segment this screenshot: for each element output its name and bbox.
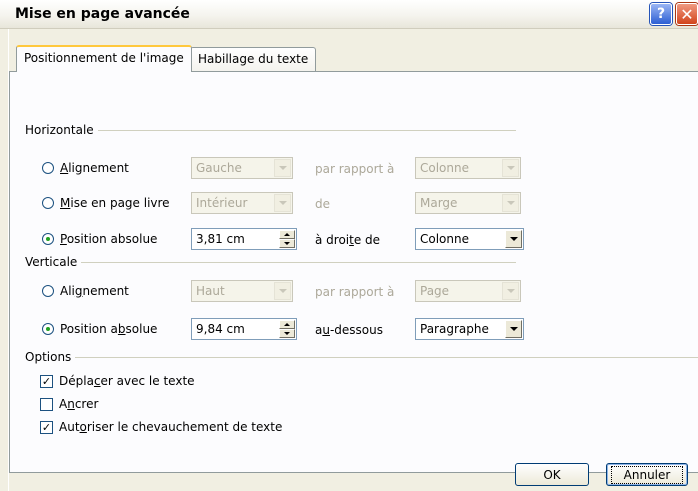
group-separator <box>86 130 516 131</box>
checkbox-label: Déplacer avec le texte <box>59 374 195 388</box>
chevron-down-icon[interactable] <box>274 194 291 212</box>
chevron-down-icon[interactable] <box>505 320 522 338</box>
chevron-down-icon[interactable] <box>274 282 291 300</box>
chevron-down-icon[interactable] <box>505 230 522 248</box>
alignement-h-target-select[interactable]: Colonne <box>415 157 521 179</box>
arrow-down-icon <box>284 332 290 335</box>
group-heading-verticale: Verticale <box>25 255 82 269</box>
checkbox-label: Autoriser le chevauchement de texte <box>59 420 283 434</box>
position-h-spinner[interactable]: 3,81 cm <box>191 228 297 250</box>
radio-alignement-h[interactable]: Alignement <box>42 161 129 175</box>
alignement-h-select[interactable]: Gauche <box>191 157 293 179</box>
spin-up-button[interactable] <box>279 230 295 239</box>
question-mark-icon: ? <box>656 6 666 22</box>
spin-down-button[interactable] <box>279 239 295 248</box>
group-heading-options: Options <box>25 350 76 364</box>
position-h-target-select[interactable]: Colonne <box>415 228 524 250</box>
checkbox[interactable]: ✓ <box>40 420 53 434</box>
checkbox-ancrer[interactable]: Ancrer <box>40 397 98 411</box>
tab-panel: Horizontale Alignement Gauche par rappor… <box>9 71 698 473</box>
tab-label: Positionnement de l'image <box>24 51 184 65</box>
chevron-down-icon[interactable] <box>502 282 519 300</box>
radio-label: Position absolue <box>60 322 158 336</box>
select-value: Intérieur <box>196 196 248 210</box>
cancel-label: Annuler <box>610 465 684 484</box>
arrow-up-icon <box>284 323 290 326</box>
position-v-spinner[interactable]: 9,84 cm <box>191 318 297 340</box>
radio-button[interactable] <box>42 197 54 209</box>
radio-position-absolue-v[interactable]: Position absolue <box>42 322 157 336</box>
checkbox[interactable]: ✓ <box>40 374 53 388</box>
chevron-down-icon[interactable] <box>274 159 291 177</box>
group-separator <box>76 262 516 263</box>
group-separator <box>72 357 698 358</box>
ok-label: OK <box>543 467 561 482</box>
checkbox-deplacer-avec-texte[interactable]: ✓ Déplacer avec le texte <box>40 374 195 388</box>
close-button[interactable]: ✕ <box>676 3 698 25</box>
select-value: Colonne <box>420 232 469 246</box>
select-value: Colonne <box>420 161 469 175</box>
chevron-down-icon[interactable] <box>502 194 519 212</box>
tab-positionnement[interactable]: Positionnement de l'image <box>16 45 192 72</box>
spin-down-button[interactable] <box>279 329 295 338</box>
position-v-target-select[interactable]: Paragraphe <box>415 318 524 340</box>
radio-mise-en-page-livre[interactable]: Mise en page livre <box>42 196 170 210</box>
window-title: Mise en page avancée <box>15 6 190 22</box>
spin-up-button[interactable] <box>279 320 295 329</box>
radio-label: Alignement <box>60 284 129 298</box>
radio-button[interactable] <box>42 323 54 335</box>
arrow-up-icon <box>284 233 290 236</box>
radio-button[interactable] <box>42 233 54 245</box>
mise-en-page-livre-select[interactable]: Intérieur <box>191 192 293 214</box>
checkbox-autoriser-chevauchement[interactable]: ✓ Autoriser le chevauchement de texte <box>40 420 282 434</box>
radio-button[interactable] <box>42 285 54 297</box>
arrow-down-icon <box>284 242 290 245</box>
help-button[interactable]: ? <box>650 3 672 25</box>
select-value: Marge <box>420 196 458 210</box>
radio-button[interactable] <box>42 162 54 174</box>
dialog-content: Positionnement de l'image Habillage du t… <box>9 29 698 491</box>
dialog-frame <box>0 29 9 491</box>
select-value: Paragraphe <box>420 322 489 336</box>
relation-label: au-dessous <box>315 323 384 337</box>
title-bar: Mise en page avancée ? ✕ <box>0 0 698 29</box>
spinner-value[interactable]: 9,84 cm <box>196 319 245 339</box>
relation-label: par rapport à <box>315 285 395 299</box>
group-heading-horizontale: Horizontale <box>25 123 98 137</box>
close-icon: ✕ <box>680 4 694 24</box>
tab-habillage[interactable]: Habillage du texte <box>190 47 317 71</box>
mise-en-page-livre-target-select[interactable]: Marge <box>415 192 521 214</box>
checkbox[interactable] <box>40 397 53 411</box>
radio-alignement-v[interactable]: Alignement <box>42 284 129 298</box>
chevron-down-icon[interactable] <box>502 159 519 177</box>
checkbox-label: Ancrer <box>59 397 99 411</box>
radio-label: Mise en page livre <box>60 196 170 210</box>
select-value: Gauche <box>196 161 242 175</box>
select-value: Haut <box>196 284 225 298</box>
radio-label: Alignement <box>60 161 129 175</box>
select-value: Page <box>420 284 450 298</box>
relation-label: à droite de <box>315 233 381 247</box>
ok-button[interactable]: OK <box>515 463 589 486</box>
relation-label: de <box>315 197 330 211</box>
relation-label: par rapport à <box>315 162 395 176</box>
tab-label: Habillage du texte <box>198 52 309 66</box>
alignement-v-select[interactable]: Haut <box>191 280 293 302</box>
spinner-value[interactable]: 3,81 cm <box>196 229 245 249</box>
radio-position-absolue-h[interactable]: Position absolue <box>42 232 157 246</box>
alignement-v-target-select[interactable]: Page <box>415 280 521 302</box>
radio-label: Position absolue <box>60 232 158 246</box>
cancel-button[interactable]: Annuler <box>606 463 688 486</box>
